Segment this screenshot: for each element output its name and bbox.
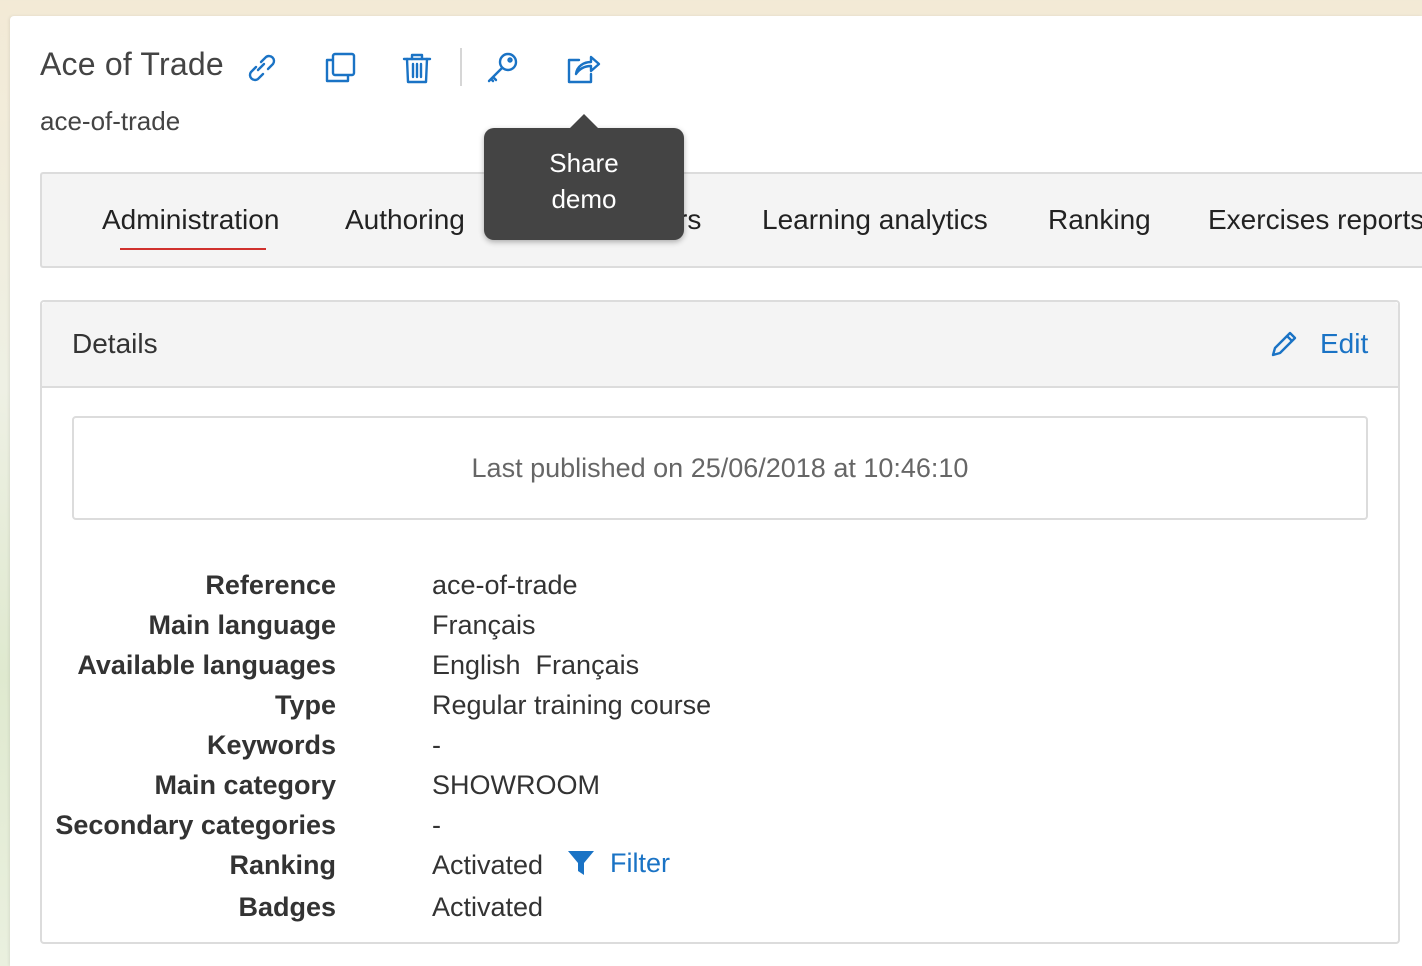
- tooltip-line-2: demo: [551, 184, 617, 214]
- detail-row-keywords: Keywords -: [42, 730, 1342, 766]
- detail-row-type: Type Regular training course: [42, 690, 1342, 726]
- detail-label: Available languages: [77, 650, 336, 680]
- detail-label: Reference: [205, 570, 336, 600]
- tab-exercises-reports[interactable]: Exercises reports: [1208, 204, 1422, 236]
- detail-label: Secondary categories: [55, 810, 336, 840]
- detail-label: Type: [274, 690, 336, 720]
- filter-icon: [568, 851, 594, 875]
- detail-row-reference: Reference ace-of-trade: [42, 570, 1342, 606]
- page-title: Ace of Trade: [40, 46, 224, 82]
- detail-row-available-languages: Available languages English Français: [42, 650, 1342, 686]
- detail-value: Regular training course: [432, 690, 712, 720]
- pencil-icon: [1271, 331, 1297, 357]
- active-tab-underline: [120, 248, 266, 250]
- detail-value: -: [432, 730, 441, 760]
- key-icon[interactable]: [483, 48, 523, 88]
- detail-row-ranking: Ranking Activated Filter: [42, 848, 1342, 886]
- trash-icon[interactable]: [397, 48, 437, 88]
- toolbar-divider: [460, 48, 462, 86]
- edit-label: Edit: [1320, 328, 1369, 359]
- detail-label: Main category: [154, 770, 336, 800]
- detail-value: SHOWROOM: [432, 770, 600, 800]
- copy-icon[interactable]: [320, 48, 360, 88]
- detail-value: -: [432, 810, 441, 840]
- detail-row-secondary-categories: Secondary categories -: [42, 810, 1342, 846]
- detail-value: Activated: [432, 850, 544, 880]
- detail-row-main-language: Main language Français: [42, 610, 1342, 646]
- tooltip-line-1: Share: [549, 148, 619, 178]
- detail-label: Badges: [238, 892, 336, 922]
- detail-label: Ranking: [229, 850, 336, 880]
- tab-learning-analytics[interactable]: Learning analytics: [762, 204, 988, 236]
- last-published-notice: Last published on 25/06/2018 at 10:46:10: [72, 416, 1368, 520]
- ranking-filter-button[interactable]: Filter: [566, 846, 686, 882]
- details-title: Details: [72, 328, 158, 359]
- detail-label: Keywords: [206, 730, 336, 760]
- link-icon[interactable]: [240, 48, 280, 88]
- tab-bar: Administration Authoring rs Learning ana…: [40, 172, 1422, 268]
- filter-label: Filter: [610, 848, 670, 878]
- course-card: Ace of Trade ace-of-trade Share demo Adm…: [10, 16, 1422, 966]
- tab-administration[interactable]: Administration: [102, 204, 279, 236]
- detail-value: English Français: [432, 650, 640, 680]
- detail-value: Français: [432, 610, 536, 640]
- share-icon[interactable]: [563, 48, 603, 88]
- detail-row-badges: Badges Activated: [42, 892, 1342, 928]
- detail-row-main-category: Main category SHOWROOM: [42, 770, 1342, 806]
- detail-value: ace-of-trade: [432, 570, 578, 600]
- page-subtitle: ace-of-trade: [40, 106, 181, 136]
- detail-label: Main language: [148, 610, 336, 640]
- details-header: Details Edit: [42, 302, 1398, 388]
- detail-value: Activated: [432, 892, 544, 922]
- tab-ranking[interactable]: Ranking: [1048, 204, 1151, 236]
- edit-button[interactable]: Edit: [1268, 326, 1368, 362]
- share-demo-tooltip: Share demo: [484, 114, 684, 240]
- tab-authoring[interactable]: Authoring: [345, 204, 465, 236]
- details-panel: Details Edit Last published on 25/06/201…: [40, 300, 1400, 944]
